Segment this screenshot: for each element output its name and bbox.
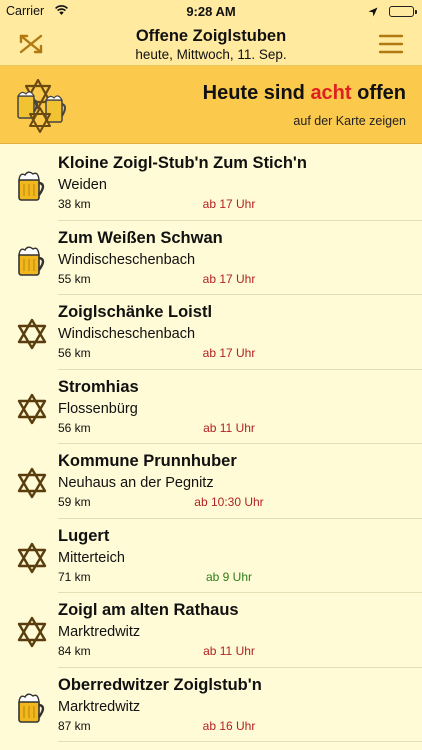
- status-bar: Carrier 9:28 AM: [0, 0, 422, 22]
- list-item[interactable]: Zoiglschänke Loistl Windischeschenbach 56 …: [0, 295, 422, 370]
- zoigl-star-icon: [14, 316, 50, 352]
- item-opening-time: ab 17 Uhr: [202, 271, 256, 286]
- header-titles: Offene Zoiglstuben heute, Mittwoch, 11. …: [80, 26, 342, 63]
- item-opening-time: ab 11 Uhr: [203, 644, 255, 658]
- item-name: Kloine Zoigl-Stub'n Zum Stich'n: [58, 154, 307, 172]
- item-place: Marktredwitz: [58, 698, 141, 715]
- item-distance: 55 km: [58, 271, 91, 286]
- item-place: Flossenbürg: [58, 400, 138, 417]
- item-opening-time: ab 16 Uhr: [202, 718, 256, 733]
- item-opening-time: ab 10:30 Uhr: [194, 495, 264, 509]
- headline-prefix: Heute sind: [202, 82, 311, 104]
- item-name: Zoigl am alten Rathaus: [58, 601, 239, 619]
- item-distance: 56 km: [58, 420, 91, 435]
- list-item[interactable]: Oberredwitzer Zoiglstub'n Marktredwitz 87 …: [0, 668, 422, 743]
- list-item[interactable]: Zoigl am alten Rathaus Marktredwitz 84 km a…: [0, 593, 422, 668]
- zoigl-star-icon: [14, 614, 50, 650]
- item-opening-time: ab 17 Uhr: [202, 197, 256, 211]
- item-opening-time: ab 11 Uhr: [203, 420, 255, 435]
- open-count-banner[interactable]: Heute sind acht offen auf der Karte zeig…: [0, 66, 422, 144]
- item-place: Marktredwitz: [58, 624, 141, 640]
- show-on-map-link[interactable]: auf der Karte zeigen: [293, 114, 406, 128]
- item-place: Mitterteich: [58, 549, 125, 566]
- zoigl-star-icon: [14, 540, 50, 576]
- zoigl-star-beer-logo-icon: [14, 74, 70, 134]
- navigation-bar: Offene Zoiglstuben heute, Mittwoch, 11. …: [0, 22, 422, 66]
- item-name: Oberredwitzer Zoiglstub'n: [58, 675, 262, 694]
- item-distance: 84 km: [58, 644, 91, 658]
- open-count-headline: Heute sind acht offen: [203, 82, 406, 105]
- headline-suffix: offen: [351, 82, 406, 104]
- item-name: Kommune Prunnhuber: [58, 452, 237, 470]
- zoigl-list: Kloine Zoigl-Stub'n Zum Stich'n Weiden 38 …: [0, 146, 422, 742]
- page-title: Offene Zoiglstuben: [135, 27, 287, 45]
- item-opening-time: ab 9 Uhr: [205, 569, 253, 584]
- list-item[interactable]: Zum Weißen Schwan Windischeschenbach 55 km…: [0, 221, 422, 296]
- page-subtitle: heute, Mittwoch, 11. Sep.: [135, 47, 287, 62]
- list-item[interactable]: Stromhias Flossenbürg 56 km ab 11 Uhr: [0, 370, 422, 445]
- battery-icon: [389, 6, 417, 17]
- zoigl-star-icon: [14, 391, 50, 427]
- item-opening-time: ab 17 Uhr: [202, 346, 256, 360]
- crossed-arrows-icon[interactable]: [16, 30, 46, 58]
- beer-mug-icon: [14, 689, 50, 725]
- beer-mug-icon: [14, 167, 50, 203]
- location-arrow-icon: [368, 5, 378, 20]
- list-item[interactable]: Lugert Mitterteich 71 km ab 9 Uhr: [0, 519, 422, 594]
- list-item[interactable]: Kommune Prunnhuber Neuhaus an der Pegnitz…: [0, 444, 422, 519]
- clock: 9:28 AM: [186, 4, 236, 19]
- item-name: Stromhias: [58, 377, 139, 396]
- menu-icon[interactable]: [378, 32, 404, 56]
- item-name: Zoiglschänke Loistl: [58, 303, 213, 321]
- open-count-number: acht: [310, 82, 352, 104]
- item-place: Windischeschenbach: [58, 251, 196, 268]
- item-place: Weiden: [58, 177, 107, 193]
- item-distance: 38 km: [58, 197, 91, 211]
- item-name: Zum Weißen Schwan: [58, 228, 223, 247]
- item-distance: 56 km: [58, 346, 91, 360]
- item-distance: 71 km: [58, 569, 91, 584]
- item-distance: 59 km: [58, 495, 91, 509]
- zoigl-star-icon: [14, 465, 50, 501]
- item-place: Neuhaus an der Pegnitz: [58, 475, 214, 491]
- list-item[interactable]: Kloine Zoigl-Stub'n Zum Stich'n Weiden 38 …: [0, 146, 422, 221]
- item-distance: 87 km: [58, 718, 91, 733]
- item-name: Lugert: [58, 526, 110, 545]
- beer-mug-icon: [14, 242, 50, 278]
- item-place: Windischeschenbach: [58, 326, 196, 342]
